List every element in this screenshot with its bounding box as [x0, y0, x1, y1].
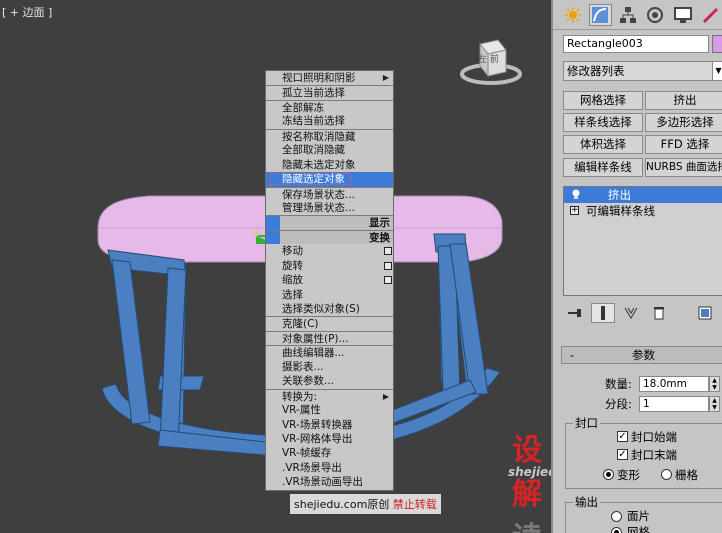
menu-item-vr-scene-converter[interactable]: VR-场景转换器 [266, 418, 393, 432]
patch-label: 面片 [627, 509, 650, 523]
settings-box-icon[interactable] [384, 247, 392, 256]
svg-text:y: y [254, 227, 259, 236]
pin-stack-icon[interactable] [563, 303, 587, 323]
viewcube-face-label: 左 前 [478, 55, 499, 65]
menu-item-save-scene-state[interactable]: 保存场景状态... [266, 186, 393, 201]
ffd-select-button[interactable]: FFD 选择 [645, 135, 722, 154]
menu-item-convert-to[interactable]: 转换为: ▶ [266, 388, 393, 403]
cap-start-label: 封口始端 [631, 430, 677, 444]
command-panel-tabs [553, 0, 722, 30]
output-title: 输出 [573, 494, 600, 510]
menu-item-unhide-by-name[interactable]: 按名称取消隐藏 [266, 128, 393, 143]
spline-select-button[interactable]: 样条线选择 [563, 113, 643, 132]
menu-item-select[interactable]: 选择 [266, 288, 393, 302]
watermark-footer: shejiedu.com原创 禁止转载 [290, 494, 441, 514]
mesh-select-button[interactable]: 网格选择 [563, 91, 643, 110]
submenu-arrow-icon: ▶ [382, 73, 389, 82]
volume-select-button[interactable]: 体积选择 [563, 135, 643, 154]
nurbs-surface-select-button[interactable]: NURBS 曲面选择 [645, 158, 722, 177]
stack-item-editable-spline[interactable]: + 可编辑样条线 [564, 203, 722, 219]
grid-radio[interactable] [661, 469, 672, 480]
morph-radio[interactable] [603, 469, 614, 480]
extrude-button[interactable]: 挤出 [645, 91, 722, 110]
amount-spinner[interactable]: 18.0mm ▲ ▼ [639, 376, 720, 392]
cap-end-label: 封口末端 [631, 448, 677, 462]
modifier-list-dropdown[interactable]: 修改器列表 ▼ [563, 61, 722, 81]
menu-item-hide-selection[interactable]: 隐藏选定对象 [266, 172, 393, 187]
lightbulb-icon[interactable] [571, 189, 581, 200]
perspective-viewport[interactable]: [ + 边面 ] y 左 前 视口照明和阴影 ▶ 孤立当前选择 全部解冻 冻结当… [0, 0, 551, 533]
menu-item-isolate-selection[interactable]: 孤立当前选择 [266, 85, 393, 99]
quad-menu: 视口照明和阴影 ▶ 孤立当前选择 全部解冻 冻结当前选择 按名称取消隐藏 全部取消… [265, 70, 394, 491]
menu-item-hide-unselected[interactable]: 隐藏未选定对象 [266, 158, 393, 172]
motion-tab-icon[interactable] [644, 4, 668, 26]
stack-item-extrude[interactable]: 挤出 [564, 187, 722, 203]
modifier-stack[interactable]: 挤出 + 可编辑样条线 [563, 186, 722, 296]
watermark-url: shejiedu.com [508, 465, 551, 479]
make-unique-icon[interactable] [619, 303, 643, 323]
amount-label: 数量: [605, 377, 632, 391]
quad-title-marker [266, 230, 280, 245]
remove-modifier-icon[interactable] [647, 303, 671, 323]
show-end-result-icon[interactable] [591, 303, 615, 323]
configure-modifier-sets-icon[interactable] [693, 303, 717, 323]
object-color-swatch[interactable] [712, 35, 722, 53]
object-name-field[interactable]: Rectangle003 [563, 35, 709, 53]
menu-item-clone[interactable]: 克隆(C) [266, 316, 393, 330]
spinner-arrows-icon[interactable]: ▲ ▼ [709, 396, 720, 412]
cap-end-checkbox[interactable]: ✓ [617, 449, 628, 460]
hierarchy-tab-icon[interactable] [616, 4, 640, 26]
menu-item-unhide-all[interactable]: 全部取消隐藏 [266, 143, 393, 157]
chevron-down-icon: ▼ [712, 62, 722, 80]
menu-item-freeze-selection[interactable]: 冻结当前选择 [266, 114, 393, 128]
display-tab-icon[interactable] [671, 4, 695, 26]
utilities-tab-icon[interactable] [699, 4, 722, 26]
settings-box-icon[interactable] [384, 276, 392, 285]
menu-item-object-properties[interactable]: 对象属性(P)... [266, 330, 393, 345]
menu-item-vr-scene-anim-export[interactable]: .VR场景动画导出 [266, 475, 393, 489]
menu-item-dope-sheet[interactable]: 摄影表... [266, 360, 393, 374]
settings-box-icon[interactable] [384, 261, 392, 270]
menu-item-vr-properties[interactable]: VR-属性 [266, 403, 393, 417]
collapse-icon: - [570, 348, 575, 362]
spinner-arrows-icon[interactable]: ▲ ▼ [709, 376, 720, 392]
stack-toolbar [563, 302, 722, 324]
menu-item-vr-scene-export[interactable]: .VR场景导出 [266, 461, 393, 475]
menu-item-move[interactable]: 移动 [266, 244, 393, 258]
mesh-radio[interactable] [611, 527, 622, 533]
menu-item-curve-editor[interactable]: 曲线编辑器... [266, 345, 393, 359]
cap-start-checkbox[interactable]: ✓ [617, 431, 628, 442]
quad-title-transform: 变换 [266, 229, 393, 245]
menu-item-viewport-lighting[interactable]: 视口照明和阴影 ▶ [266, 71, 393, 85]
segments-spinner[interactable]: 1 ▲ ▼ [639, 396, 720, 412]
segments-label: 分段: [605, 397, 632, 411]
parameters-rollout-header[interactable]: - 参数 [561, 346, 722, 364]
menu-item-rotate[interactable]: 旋转 [266, 259, 393, 273]
submenu-arrow-icon: ▶ [382, 391, 389, 401]
menu-item-vr-mesh-export[interactable]: VR-网格体导出 [266, 432, 393, 446]
menu-item-select-similar[interactable]: 选择类似对象(S) [266, 302, 393, 316]
highlight-outline [270, 173, 352, 186]
edit-spline-button[interactable]: 编辑样条线 [563, 158, 643, 177]
quad-title-display: 显示 [266, 215, 393, 230]
menu-item-unfreeze-all[interactable]: 全部解冻 [266, 99, 393, 114]
poly-select-button[interactable]: 多边形选择 [645, 113, 722, 132]
menu-item-vr-frame-buffer[interactable]: VR-帧缓存 [266, 446, 393, 460]
parameters-rollout: - 参数 数量: 18.0mm ▲ ▼ 分段: 1 ▲ ▼ 封口 ✓ 封口始端 ✓ 封口末… [561, 346, 722, 533]
watermark-logo: 设解读 [512, 433, 542, 533]
create-tab-icon[interactable] [561, 4, 585, 26]
grid-label: 栅格 [675, 468, 698, 482]
command-panel: Rectangle003 修改器列表 ▼ 网格选择 挤出 样条线选择 多边形选择 … [551, 0, 722, 533]
capping-title: 封口 [573, 415, 600, 431]
modify-tab-icon[interactable] [588, 4, 613, 26]
expand-plus-icon[interactable]: + [570, 206, 579, 215]
menu-item-manage-scene-states[interactable]: 管理场景状态... [266, 201, 393, 215]
morph-label: 变形 [617, 468, 640, 482]
menu-item-scale[interactable]: 缩放 [266, 273, 393, 287]
patch-radio[interactable] [611, 511, 622, 522]
mesh-label: 网格 [627, 525, 650, 533]
quad-title-marker [266, 216, 280, 230]
menu-item-wire-parameters[interactable]: 关联参数... [266, 374, 393, 388]
